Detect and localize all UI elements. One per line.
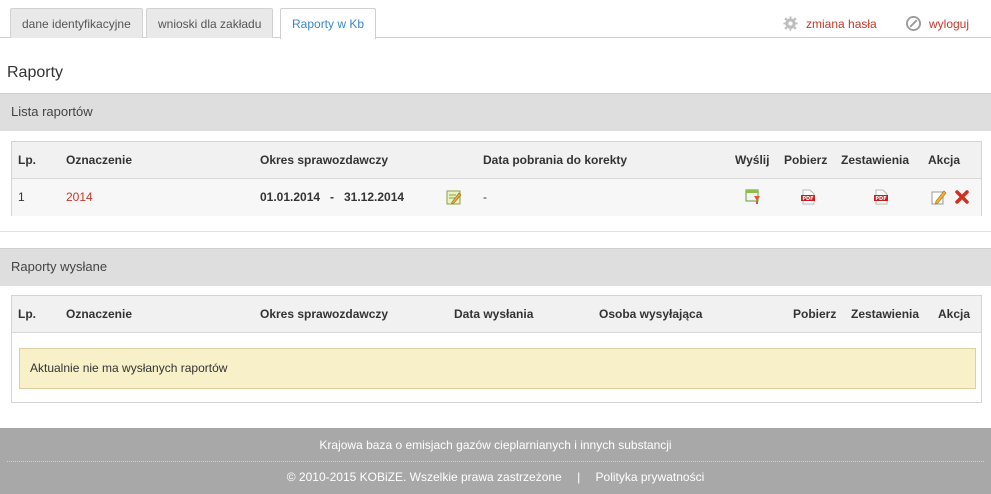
footer-copyright: © 2010-2015 KOBiZE. Wszelkie prawa zastr… bbox=[286, 470, 562, 484]
empty-notice: Aktualnie nie ma wysłanych raportów bbox=[19, 348, 976, 389]
col-period: Okres sprawozdawczy bbox=[260, 153, 389, 167]
col-action: Akcja bbox=[928, 153, 961, 167]
col-sent-date: Data wysłania bbox=[454, 307, 534, 321]
col-download-date: Data pobrania do korekty bbox=[483, 153, 628, 167]
footer: Krajowa baza o emisjach gazów cieplarnia… bbox=[0, 428, 991, 494]
top-nav-bar: dane identyfikacyjne wnioski dla zakładu… bbox=[0, 0, 991, 39]
row-designation-link[interactable]: 2014 bbox=[66, 179, 93, 215]
col-designation: Oznaczenie bbox=[66, 307, 133, 321]
footer-bottom-line: © 2010-2015 KOBiZE. Wszelkie prawa zastr… bbox=[0, 470, 991, 484]
reports-list-table-head: Lp. Oznaczenie Okres sprawozdawczy Data … bbox=[12, 142, 981, 179]
tab-reports[interactable]: Raporty w Kb bbox=[280, 8, 377, 39]
sent-reports-header: Raporty wysłane bbox=[0, 248, 991, 286]
power-icon bbox=[906, 16, 921, 31]
password-change-label: zmiana hasła bbox=[806, 16, 877, 31]
col-period: Okres sprawozdawczy bbox=[260, 307, 389, 321]
privacy-policy-link[interactable]: Polityka prywatności bbox=[596, 470, 705, 484]
svg-text:PDF: PDF bbox=[875, 196, 886, 202]
col-action: Akcja bbox=[938, 307, 971, 321]
row-period-from: 01.01.2014 bbox=[260, 190, 321, 204]
col-sender: Osoba wysyłająca bbox=[599, 307, 703, 321]
row-period-separator: - bbox=[330, 190, 334, 204]
footer-separator: | bbox=[577, 470, 581, 484]
tab-applications[interactable]: wnioski dla zakładu bbox=[146, 8, 274, 38]
col-summaries: Zestawienia bbox=[841, 153, 910, 167]
tab-identification[interactable]: dane identyfikacyjne bbox=[10, 8, 143, 38]
delete-x-icon[interactable] bbox=[954, 189, 970, 205]
edit-note-icon[interactable] bbox=[446, 189, 462, 205]
pdf-icon[interactable]: PDF bbox=[800, 189, 816, 205]
logout-link[interactable]: wyloguj bbox=[906, 16, 969, 31]
col-lp: Lp. bbox=[18, 307, 36, 321]
section-divider bbox=[0, 231, 991, 232]
row-lp: 1 bbox=[18, 190, 25, 204]
table-row: 1 2014 01.01.2014 - 31.12.2014 - PDF PDF bbox=[12, 179, 981, 216]
gear-icon bbox=[783, 16, 798, 31]
password-change-link[interactable]: zmiana hasła bbox=[783, 16, 877, 31]
row-period-to: 31.12.2014 bbox=[344, 190, 405, 204]
summary-pdf-icon[interactable]: PDF bbox=[873, 189, 889, 205]
send-down-icon[interactable] bbox=[745, 189, 761, 205]
sent-reports-table: Lp. Oznaczenie Okres sprawozdawczy Data … bbox=[11, 295, 982, 403]
pencil-icon[interactable] bbox=[931, 189, 947, 205]
page-title: Raporty bbox=[7, 64, 64, 81]
col-send: Wyślij bbox=[735, 153, 770, 167]
sent-reports-table-head: Lp. Oznaczenie Okres sprawozdawczy Data … bbox=[12, 296, 981, 333]
footer-tagline: Krajowa baza o emisjach gazów cieplarnia… bbox=[319, 438, 672, 452]
reports-list-table: Lp. Oznaczenie Okres sprawozdawczy Data … bbox=[11, 141, 982, 216]
reports-list-header: Lista raportów bbox=[0, 93, 991, 131]
col-download: Pobierz bbox=[784, 153, 828, 167]
col-lp: Lp. bbox=[18, 153, 36, 167]
col-designation: Oznaczenie bbox=[66, 153, 133, 167]
svg-text:PDF: PDF bbox=[802, 196, 813, 202]
row-download-date: - bbox=[483, 190, 487, 204]
col-summaries: Zestawienia bbox=[851, 307, 920, 321]
logout-label: wyloguj bbox=[929, 16, 970, 31]
col-download: Pobierz bbox=[793, 307, 837, 321]
footer-divider bbox=[7, 461, 984, 462]
